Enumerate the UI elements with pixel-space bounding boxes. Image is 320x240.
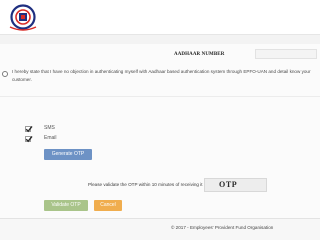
epfo-emblem-icon [6,3,40,31]
otp-captcha-text: OTP [219,180,238,189]
page: AADHAAR NUMBER I hereby state that I hav… [0,0,320,240]
header-band [0,35,320,44]
consent-text: I hereby state that I have no objection … [12,69,311,82]
email-label: Email [44,135,57,141]
footer-copyright: © 2017 - Employees' Provident Fund Organ… [171,225,274,230]
email-checkbox[interactable] [25,135,33,143]
aadhaar-number-label: AADHAAR NUMBER [174,52,225,57]
section-divider [0,96,320,97]
otp-input[interactable]: OTP [204,178,267,192]
header [0,0,320,34]
footer: © 2017 - Employees' Provident Fund Organ… [0,218,320,240]
validate-otp-button[interactable]: Validate OTP [44,200,88,211]
sms-label: SMS [44,125,55,131]
cancel-button[interactable]: Cancel [94,200,122,211]
checkmark-icon [25,135,33,143]
generate-otp-button[interactable]: Generate OTP [44,149,92,160]
otp-prompt-text: Please validate the OTP within 10 minute… [88,182,203,187]
consent-radio[interactable] [2,71,8,77]
checkmark-icon [25,125,33,133]
sms-checkbox[interactable] [25,125,33,133]
aadhaar-number-input[interactable] [255,49,317,59]
